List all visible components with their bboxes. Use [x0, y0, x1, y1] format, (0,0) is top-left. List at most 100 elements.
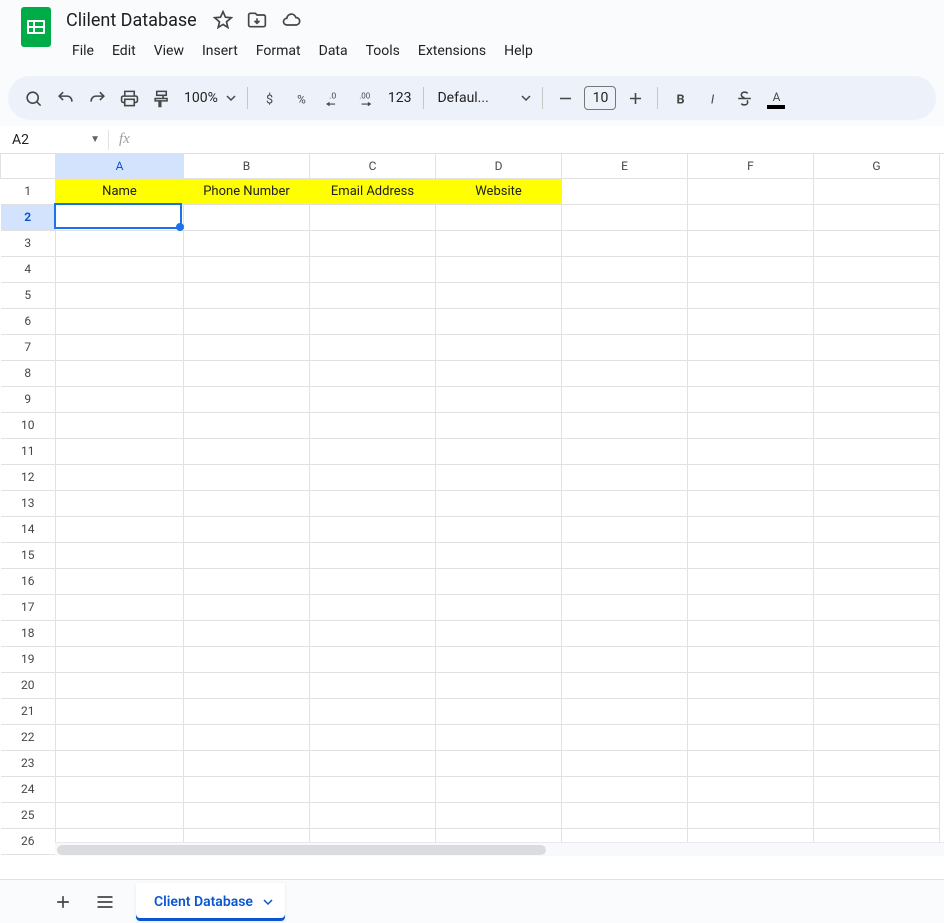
- cell[interactable]: [184, 282, 310, 308]
- cell[interactable]: [56, 646, 184, 672]
- cell[interactable]: [688, 776, 814, 802]
- cell[interactable]: [184, 698, 310, 724]
- cell[interactable]: [56, 594, 184, 620]
- cell[interactable]: [688, 568, 814, 594]
- cell[interactable]: [56, 282, 184, 308]
- row-header[interactable]: 9: [1, 386, 56, 412]
- cell[interactable]: [56, 308, 184, 334]
- cell[interactable]: [562, 724, 688, 750]
- cell[interactable]: [310, 750, 436, 776]
- cloud-status-icon[interactable]: [277, 6, 305, 34]
- cell[interactable]: [562, 568, 688, 594]
- cell[interactable]: [310, 698, 436, 724]
- cell[interactable]: [184, 646, 310, 672]
- cell[interactable]: [688, 594, 814, 620]
- row-header[interactable]: 10: [1, 412, 56, 438]
- cell[interactable]: [184, 334, 310, 360]
- cell[interactable]: [436, 620, 562, 646]
- menu-insert[interactable]: Insert: [194, 39, 246, 63]
- cell[interactable]: [436, 360, 562, 386]
- cell[interactable]: [184, 516, 310, 542]
- row-header[interactable]: 17: [1, 594, 56, 620]
- cell[interactable]: [688, 802, 814, 828]
- row-header[interactable]: 18: [1, 620, 56, 646]
- cell[interactable]: [184, 308, 310, 334]
- cell[interactable]: [688, 230, 814, 256]
- cell[interactable]: [688, 724, 814, 750]
- cell[interactable]: [56, 490, 184, 516]
- cell[interactable]: [688, 620, 814, 646]
- cell[interactable]: [562, 282, 688, 308]
- cell[interactable]: [562, 438, 688, 464]
- cell[interactable]: [56, 620, 184, 646]
- cell[interactable]: [814, 360, 940, 386]
- cell[interactable]: [56, 230, 184, 256]
- cell[interactable]: [814, 282, 940, 308]
- cell[interactable]: [184, 568, 310, 594]
- cell[interactable]: [56, 256, 184, 282]
- chevron-down-icon[interactable]: [263, 897, 273, 907]
- cell[interactable]: [184, 750, 310, 776]
- cell[interactable]: [56, 568, 184, 594]
- row-header[interactable]: 25: [1, 802, 56, 828]
- cell[interactable]: [436, 646, 562, 672]
- cell[interactable]: [310, 230, 436, 256]
- cell[interactable]: [814, 490, 940, 516]
- cell[interactable]: [688, 412, 814, 438]
- cell[interactable]: [436, 724, 562, 750]
- cell[interactable]: [56, 672, 184, 698]
- cell[interactable]: [562, 256, 688, 282]
- cell[interactable]: [310, 438, 436, 464]
- cell[interactable]: [562, 646, 688, 672]
- cell[interactable]: [436, 386, 562, 412]
- cell[interactable]: [814, 438, 940, 464]
- cell[interactable]: [562, 776, 688, 802]
- cell[interactable]: [436, 776, 562, 802]
- cell[interactable]: [310, 464, 436, 490]
- star-icon[interactable]: [209, 6, 237, 34]
- name-box[interactable]: A2 ▼: [8, 132, 106, 148]
- cell[interactable]: [562, 386, 688, 412]
- cell[interactable]: [688, 282, 814, 308]
- zoom-dropdown[interactable]: 100%: [178, 90, 240, 106]
- cell[interactable]: [56, 750, 184, 776]
- cell[interactable]: [56, 204, 184, 230]
- row-header[interactable]: 1: [1, 178, 56, 204]
- cell[interactable]: [310, 386, 436, 412]
- print-icon[interactable]: [114, 83, 144, 113]
- cell[interactable]: [436, 438, 562, 464]
- menu-data[interactable]: Data: [311, 39, 356, 63]
- menu-tools[interactable]: Tools: [358, 39, 408, 63]
- cell[interactable]: [562, 698, 688, 724]
- cell[interactable]: [814, 750, 940, 776]
- row-header[interactable]: 7: [1, 334, 56, 360]
- cell[interactable]: [814, 620, 940, 646]
- cell[interactable]: [814, 516, 940, 542]
- row-header[interactable]: 6: [1, 308, 56, 334]
- font-size-decrease-icon[interactable]: [550, 83, 580, 113]
- cell[interactable]: [562, 308, 688, 334]
- cell[interactable]: [688, 698, 814, 724]
- row-header[interactable]: 5: [1, 282, 56, 308]
- cell[interactable]: [310, 516, 436, 542]
- cell[interactable]: [814, 386, 940, 412]
- cell[interactable]: [562, 490, 688, 516]
- cell[interactable]: [814, 308, 940, 334]
- cell[interactable]: [562, 594, 688, 620]
- cell[interactable]: [436, 672, 562, 698]
- cell[interactable]: [310, 360, 436, 386]
- cell[interactable]: [56, 724, 184, 750]
- row-header[interactable]: 24: [1, 776, 56, 802]
- cell[interactable]: [688, 256, 814, 282]
- cell[interactable]: [814, 802, 940, 828]
- scrollbar-thumb[interactable]: [57, 845, 546, 855]
- row-header[interactable]: 12: [1, 464, 56, 490]
- cell[interactable]: Name: [56, 178, 184, 204]
- add-sheet-icon[interactable]: [44, 883, 82, 921]
- cell[interactable]: [814, 334, 940, 360]
- cell[interactable]: [436, 464, 562, 490]
- select-all-corner[interactable]: [1, 154, 56, 178]
- cell[interactable]: [814, 698, 940, 724]
- cell[interactable]: [56, 360, 184, 386]
- row-header[interactable]: 22: [1, 724, 56, 750]
